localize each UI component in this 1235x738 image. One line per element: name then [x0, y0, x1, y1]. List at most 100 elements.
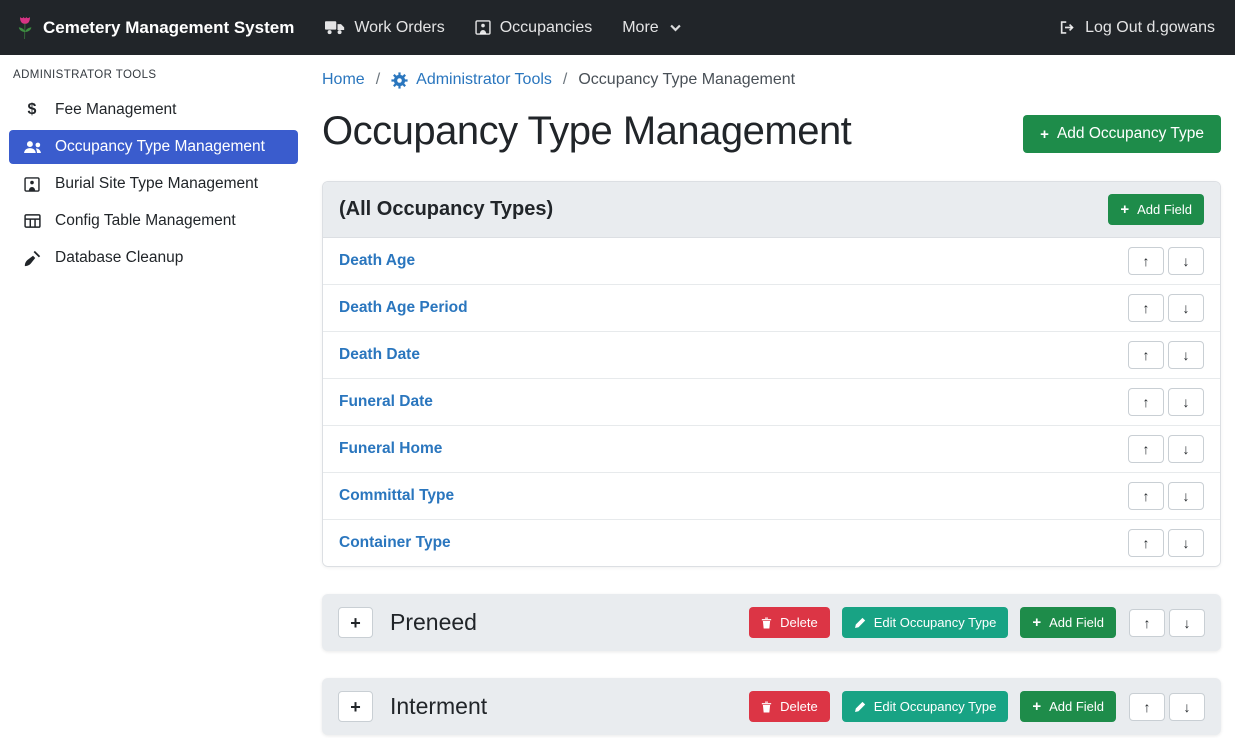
sidebar-heading: Administrator Tools — [9, 67, 298, 93]
dollar-icon: $ — [22, 102, 42, 118]
add-field-button[interactable]: +Add Field — [1020, 691, 1116, 722]
edit-occupancy-type-button[interactable]: Edit Occupancy Type — [842, 607, 1009, 638]
reorder-buttons: ↑↓ — [1129, 609, 1205, 637]
reorder-buttons: ↑↓ — [1128, 529, 1204, 557]
person-booth-icon — [22, 177, 42, 192]
sidebar-item-config-table-management[interactable]: Config Table Management — [9, 204, 298, 238]
arrow-up-icon: ↑ — [1144, 615, 1151, 631]
move-up-button[interactable]: ↑ — [1128, 294, 1164, 322]
breadcrumb-home[interactable]: Home — [322, 71, 365, 89]
occupancy-type-section-interment: + Interment Delete Edit Occupancy Type +Add … — [322, 678, 1221, 735]
page-layout: Administrator Tools $Fee ManagementOccup… — [0, 55, 1235, 738]
nav-item-more[interactable]: More — [607, 9, 695, 47]
field-link-death-date[interactable]: Death Date — [339, 346, 420, 364]
sections: + Preneed Delete Edit Occupancy Type +Add Fi… — [322, 594, 1221, 735]
move-down-button[interactable]: ↓ — [1168, 341, 1204, 369]
delete-button[interactable]: Delete — [749, 607, 830, 638]
move-up-button[interactable]: ↑ — [1128, 529, 1164, 557]
arrow-up-icon: ↑ — [1143, 394, 1150, 410]
section-title: Interment — [390, 693, 737, 720]
table-icon — [22, 214, 42, 228]
reorder-buttons: ↑↓ — [1129, 693, 1205, 721]
top-navbar: Cemetery Management System Work OrdersOc… — [0, 0, 1235, 55]
arrow-up-icon: ↑ — [1144, 699, 1151, 715]
breadcrumb-separator: / — [376, 71, 380, 89]
add-occupancy-type-button[interactable]: + Add Occupancy Type — [1023, 115, 1221, 153]
move-down-button[interactable]: ↓ — [1169, 693, 1205, 721]
app-title: Cemetery Management System — [43, 18, 294, 38]
main-content: Home / Administrator Tools / Occupancy Type … — [307, 55, 1235, 738]
arrow-up-icon: ↑ — [1143, 347, 1150, 363]
arrow-down-icon: ↓ — [1183, 347, 1190, 363]
arrow-up-icon: ↑ — [1143, 441, 1150, 457]
navbar-links: Work OrdersOccupanciesMore — [310, 9, 695, 47]
add-field-button[interactable]: +Add Field — [1020, 607, 1116, 638]
move-down-button[interactable]: ↓ — [1168, 435, 1204, 463]
plus-icon: + — [350, 698, 361, 716]
arrow-down-icon: ↓ — [1183, 253, 1190, 269]
edit-occupancy-type-button[interactable]: Edit Occupancy Type — [842, 691, 1009, 722]
field-row: Funeral Date ↑ ↓ — [323, 379, 1220, 426]
arrow-down-icon: ↓ — [1184, 615, 1191, 631]
move-down-button[interactable]: ↓ — [1168, 388, 1204, 416]
arrow-down-icon: ↓ — [1183, 441, 1190, 457]
sidebar-item-occupancy-type-management[interactable]: Occupancy Type Management — [9, 130, 298, 164]
move-up-button[interactable]: ↑ — [1129, 609, 1165, 637]
move-down-button[interactable]: ↓ — [1168, 247, 1204, 275]
arrow-down-icon: ↓ — [1183, 535, 1190, 551]
logout-label: Log Out d.gowans — [1085, 19, 1215, 37]
sidebar: Administrator Tools $Fee ManagementOccup… — [0, 55, 307, 738]
plus-icon: + — [1032, 699, 1041, 714]
field-row: Committal Type↑↓ — [323, 473, 1220, 520]
move-down-button[interactable]: ↓ — [1168, 294, 1204, 322]
chevron-down-icon — [670, 24, 681, 32]
breadcrumb: Home/Administrator Tools/Occupancy Type … — [322, 71, 1221, 89]
logout-button[interactable]: Log Out d.gowans — [1051, 9, 1223, 47]
reorder-buttons: ↑↓ — [1128, 482, 1204, 510]
move-up-button[interactable]: ↑ — [1128, 388, 1164, 416]
sidebar-item-database-cleanup[interactable]: Database Cleanup — [9, 241, 298, 275]
expand-button[interactable]: + — [338, 607, 373, 638]
move-down-button[interactable]: ↓ — [1168, 529, 1204, 557]
field-link-death-age[interactable]: Death Age — [339, 252, 415, 270]
all-occupancy-types-header: (All Occupancy Types) + Add Field — [323, 182, 1220, 238]
pencil-icon — [854, 701, 866, 713]
sidebar-item-burial-site-type-management[interactable]: Burial Site Type Management — [9, 167, 298, 201]
field-row: Death Age Period ↑ ↓ — [323, 285, 1220, 332]
gear-icon — [391, 72, 408, 89]
plus-icon: + — [350, 614, 361, 632]
field-link-container-type[interactable]: Container Type — [339, 534, 451, 552]
field-link-funeral-date[interactable]: Funeral Date — [339, 393, 433, 411]
users-icon — [22, 140, 42, 154]
breadcrumb-separator: / — [563, 71, 567, 89]
plus-icon: + — [1040, 127, 1049, 142]
move-up-button[interactable]: ↑ — [1128, 435, 1164, 463]
field-link-funeral-home[interactable]: Funeral Home — [339, 440, 442, 458]
title-row: Occupancy Type Management + Add Occupanc… — [322, 107, 1221, 155]
section-title: Preneed — [390, 609, 737, 636]
delete-button[interactable]: Delete — [749, 691, 830, 722]
move-down-button[interactable]: ↓ — [1168, 482, 1204, 510]
move-down-button[interactable]: ↓ — [1169, 609, 1205, 637]
field-link-death-age-period[interactable]: Death Age Period — [339, 299, 468, 317]
field-link-committal-type[interactable]: Committal Type — [339, 487, 454, 505]
breadcrumb-administrator-tools[interactable]: Administrator Tools — [391, 71, 552, 89]
app-brand[interactable]: Cemetery Management System — [12, 16, 298, 40]
arrow-up-icon: ↑ — [1143, 488, 1150, 504]
move-up-button[interactable]: ↑ — [1129, 693, 1165, 721]
add-field-button[interactable]: + Add Field — [1108, 194, 1204, 225]
flower-icon — [16, 16, 34, 40]
nav-item-work-orders[interactable]: Work Orders — [310, 9, 459, 47]
nav-item-occupancies[interactable]: Occupancies — [460, 9, 608, 47]
field-row: Death Age ↑ ↓ — [323, 238, 1220, 285]
arrow-down-icon: ↓ — [1184, 699, 1191, 715]
all-occupancy-types-card: (All Occupancy Types) + Add Field Death … — [322, 181, 1221, 567]
sidebar-item-fee-management[interactable]: $Fee Management — [9, 93, 298, 127]
expand-button[interactable]: + — [338, 691, 373, 722]
move-up-button[interactable]: ↑ — [1128, 247, 1164, 275]
move-up-button[interactable]: ↑ — [1128, 341, 1164, 369]
arrow-down-icon: ↓ — [1183, 394, 1190, 410]
reorder-buttons: ↑↓ — [1128, 341, 1204, 369]
move-up-button[interactable]: ↑ — [1128, 482, 1164, 510]
arrow-down-icon: ↓ — [1183, 300, 1190, 316]
